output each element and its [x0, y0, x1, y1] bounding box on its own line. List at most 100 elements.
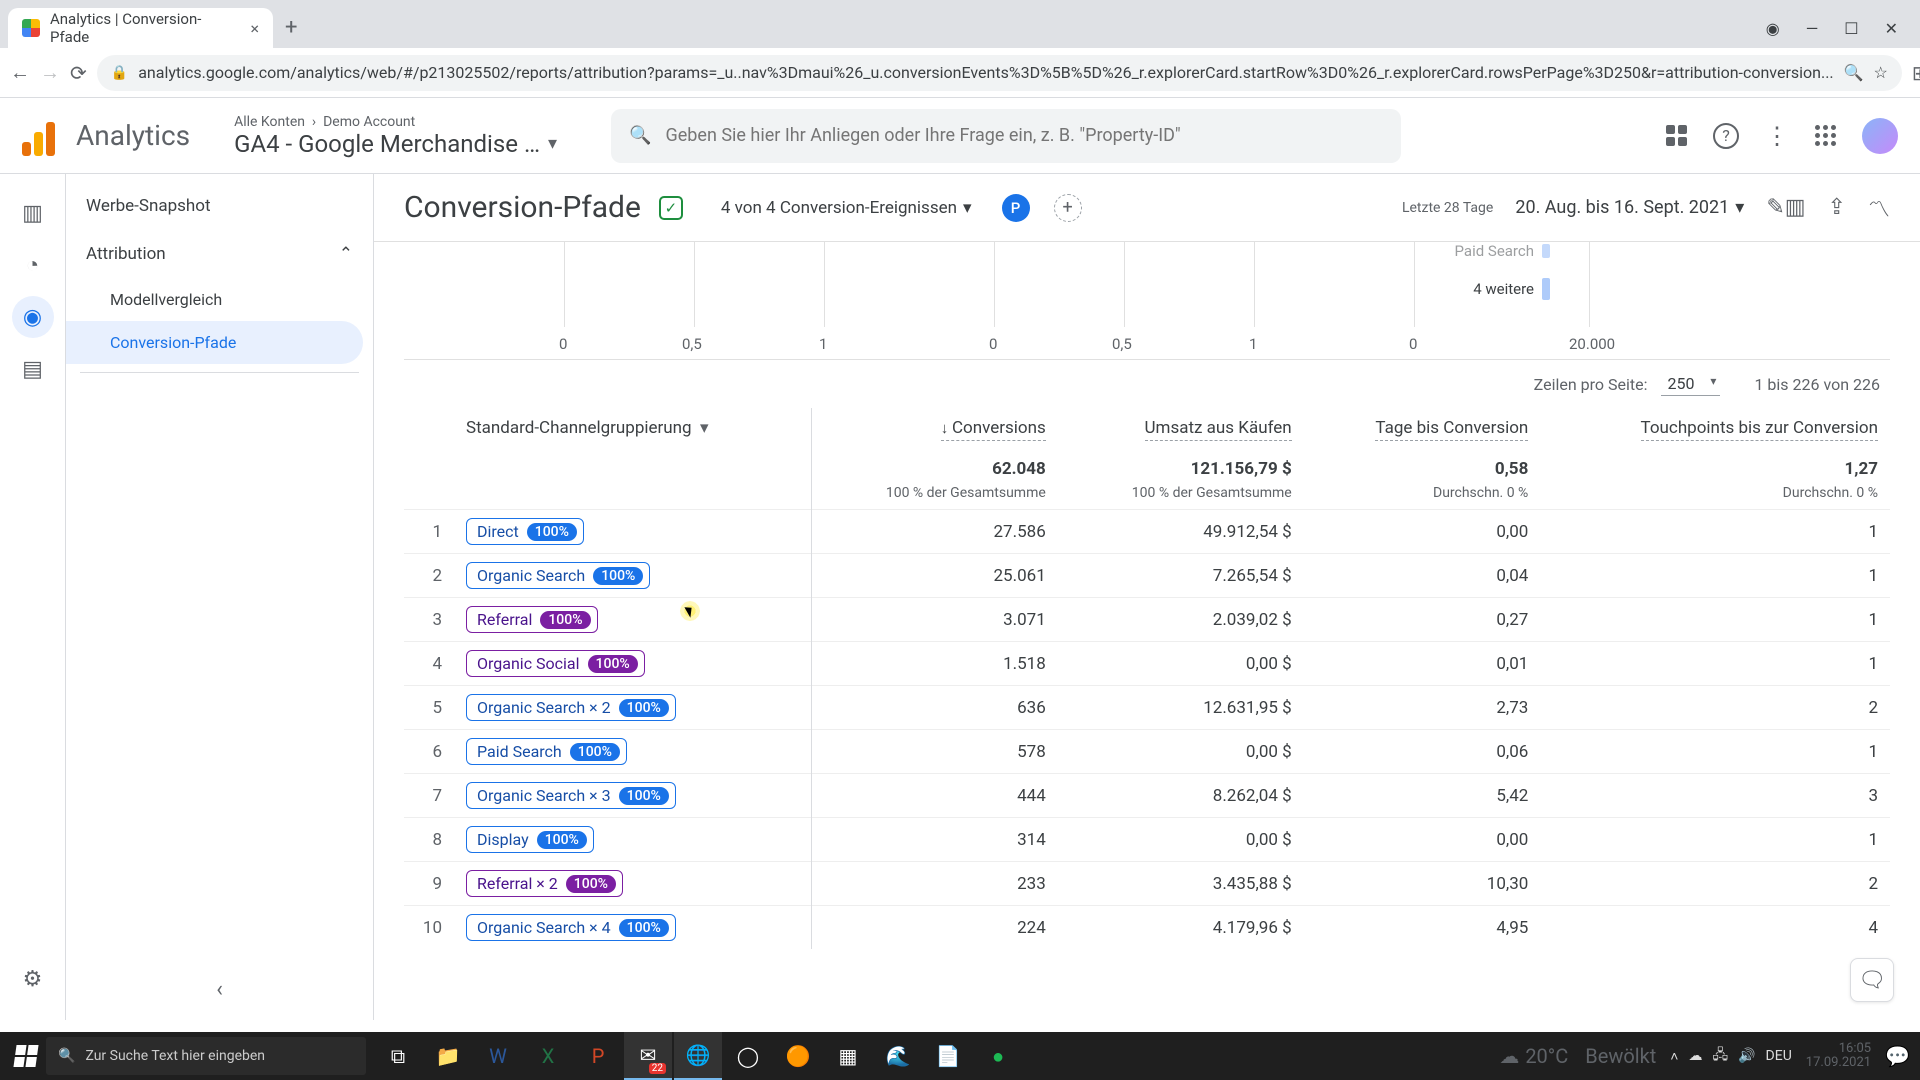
conversion-events-selector[interactable]: 4 von 4 Conversion-Ereignissen▾ [721, 198, 972, 218]
zoom-icon[interactable]: 🔍 [1844, 63, 1864, 82]
row-conversions: 224 [811, 906, 1058, 950]
table-row[interactable]: 1Direct100%27.58649.912,54 $0,001 [404, 510, 1890, 554]
col-touchpoints[interactable]: Touchpoints bis zur Conversion [1540, 408, 1890, 449]
table-row[interactable]: 3Referral100%3.0712.039,02 $0,271 [404, 598, 1890, 642]
forward-icon[interactable]: → [40, 57, 60, 89]
back-icon[interactable]: ← [10, 57, 30, 89]
row-revenue: 0,00 $ [1058, 818, 1304, 862]
taskbar-clock[interactable]: 16:0517.09.2021 [1806, 1042, 1871, 1071]
table-row[interactable]: 4Organic Social100%1.5180,00 $0,011 [404, 642, 1890, 686]
reload-icon[interactable]: ⟳ [70, 57, 87, 89]
obs-icon[interactable]: ◯ [724, 1032, 772, 1080]
feedback-button[interactable]: 🗨 [1850, 958, 1894, 1002]
app-icon-2[interactable]: ▦ [824, 1032, 872, 1080]
notepad-icon[interactable]: 📄 [924, 1032, 972, 1080]
network-icon[interactable]: 🖧 [1712, 1044, 1728, 1068]
analytics-logo-icon[interactable] [22, 116, 62, 156]
table-row[interactable]: 10Organic Search × 4100%2244.179,96 $4,9… [404, 906, 1890, 950]
excel-icon[interactable]: X [524, 1032, 572, 1080]
table-row[interactable]: 7Organic Search × 3100%4448.262,04 $5,42… [404, 774, 1890, 818]
dimension-header[interactable]: Standard-Channelgruppierung ▾ [454, 408, 811, 449]
sidebar-group-attribution[interactable]: Attribution ⌃ [66, 230, 373, 278]
system-tray[interactable]: ˄ ☁ 🖧 🔊 DEU [1670, 1044, 1791, 1068]
sidebar-item-snapshot[interactable]: Werbe-Snapshot [66, 182, 373, 230]
google-apps-icon[interactable] [1815, 125, 1836, 146]
sidebar-item-conversion-paths[interactable]: Conversion-Pfade [66, 321, 363, 364]
property-selector[interactable]: Alle Konten › Demo Account GA4 - Google … [234, 114, 557, 158]
date-range-selector[interactable]: 20. Aug. bis 16. Sept. 2021▾ [1515, 197, 1744, 218]
sidebar-item-model-compare[interactable]: Modellvergleich [66, 278, 363, 321]
chrome-icon[interactable]: 🌐 [674, 1032, 722, 1080]
edge-icon[interactable]: 🌊 [874, 1032, 922, 1080]
rail-advertising-icon[interactable]: ◉ [12, 296, 54, 338]
powerpoint-icon[interactable]: P [574, 1032, 622, 1080]
row-conversions: 636 [811, 686, 1058, 730]
explorer-icon[interactable]: 📁 [424, 1032, 472, 1080]
ga-search-input[interactable] [665, 125, 1383, 146]
rail-home-icon[interactable]: ▥ [12, 192, 54, 234]
sidebar-collapse-icon[interactable]: ‹ [216, 977, 223, 1002]
new-tab-button[interactable]: + [273, 15, 309, 48]
notifications-icon[interactable]: 💬 [1885, 1044, 1910, 1068]
ga-search[interactable]: 🔍 [611, 109, 1401, 163]
rows-per-page-select[interactable]: 250 [1661, 372, 1720, 396]
word-icon[interactable]: W [474, 1032, 522, 1080]
status-check-icon[interactable]: ✓ [659, 196, 683, 220]
table-row[interactable]: 8Display100%3140,00 $0,001 [404, 818, 1890, 862]
table-row[interactable]: 5Organic Search × 2100%63612.631,95 $2,7… [404, 686, 1890, 730]
row-conversions: 444 [811, 774, 1058, 818]
row-days: 0,01 [1304, 642, 1541, 686]
channel-chip: Direct100% [466, 518, 584, 545]
rail-reports-icon[interactable]: ◔ [12, 244, 54, 286]
row-days: 5,42 [1304, 774, 1541, 818]
close-window-icon[interactable]: ✕ [1885, 19, 1898, 38]
legend-item: 4 weitere [1473, 278, 1550, 300]
insights-icon[interactable]: 〽 [1868, 192, 1890, 224]
table-row[interactable]: 2Organic Search100%25.0617.265,54 $0,041 [404, 554, 1890, 598]
row-touchpoints: 1 [1540, 598, 1890, 642]
tag-icon[interactable]: ⊞ [1912, 61, 1920, 85]
product-name: Analytics [76, 119, 190, 152]
task-view-icon[interactable]: ⧉ [374, 1032, 422, 1080]
table-row[interactable]: 6Paid Search100%5780,00 $0,061 [404, 730, 1890, 774]
col-revenue[interactable]: Umsatz aus Käufen [1058, 408, 1304, 449]
bookmark-icon[interactable]: ☆ [1874, 63, 1888, 82]
settings-menu-icon[interactable]: ⋮ [1765, 122, 1789, 150]
rail-admin-icon[interactable]: ⚙ [12, 958, 54, 1000]
row-index: 4 [404, 642, 454, 686]
row-path: Organic Social100% [454, 642, 811, 686]
channel-chip: Organic Search100% [466, 562, 650, 589]
volume-icon[interactable]: 🔊 [1738, 1048, 1755, 1064]
customize-report-icon[interactable]: ✎▥ [1766, 195, 1805, 220]
add-filter-button[interactable]: + [1054, 194, 1082, 222]
app-icon-1[interactable]: 🟠 [774, 1032, 822, 1080]
account-dot-icon[interactable]: ◉ [1766, 19, 1780, 38]
share-icon[interactable]: ⇪ [1828, 195, 1846, 220]
row-touchpoints: 2 [1540, 686, 1890, 730]
diamond-grid-icon[interactable] [1666, 125, 1687, 146]
col-days[interactable]: Tage bis Conversion [1304, 408, 1541, 449]
address-bar[interactable]: 🔒 analytics.google.com/analytics/web/#/p… [97, 55, 1902, 91]
tray-chevron-icon[interactable]: ˄ [1670, 1048, 1678, 1065]
maximize-icon[interactable]: ☐ [1844, 19, 1858, 38]
table-row[interactable]: 9Referral × 2100%2333.435,88 $10,302 [404, 862, 1890, 906]
mail-icon[interactable]: ✉22 [624, 1032, 672, 1080]
filter-chip-p[interactable]: P [1002, 194, 1030, 222]
taskbar-search[interactable]: 🔍 Zur Suche Text hier eingeben [46, 1037, 366, 1075]
col-conversions[interactable]: Conversions [811, 408, 1058, 449]
start-button[interactable] [6, 1036, 46, 1076]
channel-chip: Organic Social100% [466, 650, 645, 677]
browser-tab[interactable]: Analytics | Conversion-Pfade × [8, 8, 273, 48]
chevron-up-icon: ⌃ [339, 244, 353, 264]
channel-chip: Organic Search × 3100% [466, 782, 676, 809]
taskbar-weather[interactable]: ☁ 20°C Bewölkt [1499, 1044, 1656, 1068]
onedrive-icon[interactable]: ☁ [1688, 1048, 1702, 1064]
rail-explore-icon[interactable]: ▤ [12, 348, 54, 390]
language-indicator[interactable]: DEU [1766, 1048, 1792, 1064]
minimize-icon[interactable]: — [1806, 19, 1819, 38]
tab-close-icon[interactable]: × [250, 19, 259, 38]
spotify-icon[interactable]: ● [974, 1032, 1022, 1080]
tab-favicon [22, 19, 40, 37]
account-avatar[interactable] [1862, 118, 1898, 154]
help-icon[interactable]: ? [1713, 123, 1739, 149]
